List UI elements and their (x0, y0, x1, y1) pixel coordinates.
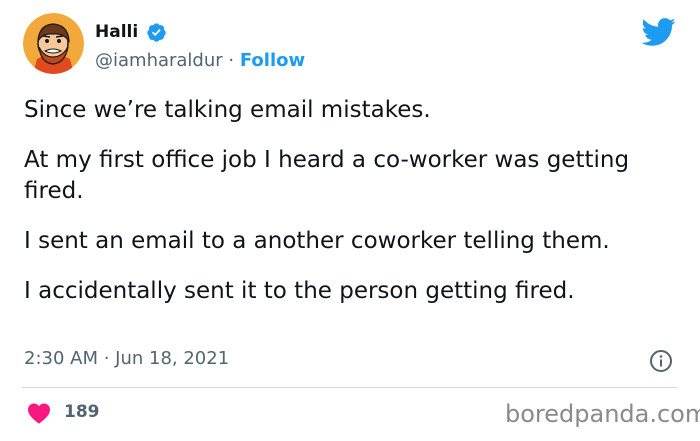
handle-separator: · (222, 50, 240, 71)
avatar[interactable] (23, 13, 84, 74)
divider (22, 387, 677, 388)
tweet-text: Since we’re talking email mistakes. At m… (24, 95, 684, 326)
twitter-bird-icon[interactable] (640, 17, 676, 47)
tweet-card: Halli @iamharaldur · Follow Since we’re … (0, 0, 700, 441)
author-handle[interactable]: @iamharaldur (95, 50, 223, 71)
watermark: boredpanda.com (505, 400, 700, 428)
like-count: 189 (64, 402, 100, 422)
tweet-timestamp[interactable]: 2:30 AM · Jun 18, 2021 (24, 348, 229, 370)
tweet-paragraph: Since we’re talking email mistakes. (24, 97, 431, 123)
verified-badge-icon (147, 23, 166, 42)
follow-button[interactable]: Follow (240, 50, 305, 71)
handle-row: @iamharaldur · Follow (95, 50, 305, 72)
info-icon[interactable] (649, 349, 673, 373)
tweet-paragraph: I accidentally sent it to the person get… (24, 278, 575, 304)
tweet-paragraph: At my first office job I heard a co-work… (24, 147, 630, 204)
author-name[interactable]: Halli (95, 22, 138, 42)
tweet-paragraph: I sent an email to a another coworker te… (24, 228, 610, 254)
heart-icon[interactable] (27, 402, 51, 424)
